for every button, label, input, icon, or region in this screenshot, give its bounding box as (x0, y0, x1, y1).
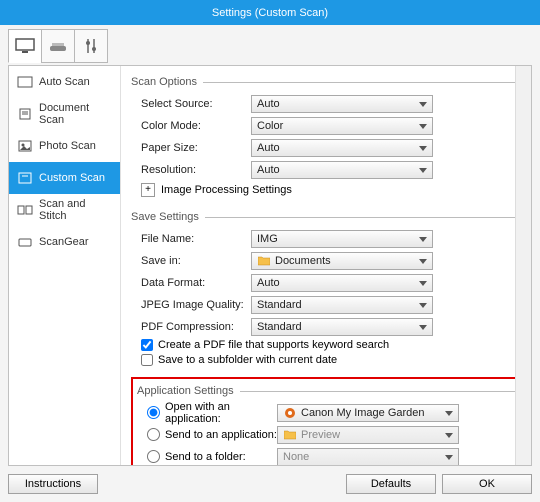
defaults-button[interactable]: Defaults (346, 474, 436, 494)
sidebar-item-document-scan[interactable]: Document Scan (9, 98, 120, 130)
app-icon (283, 407, 297, 419)
preview-icon (283, 429, 297, 441)
image-processing-label: Image Processing Settings (161, 184, 292, 196)
sidebar-item-label: ScanGear (39, 236, 89, 248)
vertical-scrollbar[interactable] (515, 66, 531, 465)
sidebar-item-label: Scan and Stitch (39, 198, 112, 222)
open-with-label: Open with an application: (165, 401, 277, 425)
application-settings-group: Application Settings Open with an applic… (137, 385, 515, 465)
send-folder-radio[interactable] (147, 450, 160, 463)
scanner-icon (48, 39, 68, 53)
sidebar-item-auto-scan[interactable]: Auto Scan (9, 66, 120, 98)
select-source-label: Select Source: (131, 98, 251, 110)
subfolder-checkbox[interactable] (141, 354, 153, 366)
custom-icon (17, 172, 33, 184)
jpeg-quality-label: JPEG Image Quality: (131, 299, 251, 311)
resolution-label: Resolution: (131, 164, 251, 176)
pdf-compression-label: PDF Compression: (131, 321, 251, 333)
window-content: Auto Scan Document Scan Photo Scan Custo… (0, 25, 540, 502)
resolution-dropdown[interactable]: Auto (251, 161, 433, 179)
application-settings-legend: Application Settings (137, 385, 240, 397)
bottom-button-bar: Instructions Defaults OK (8, 466, 532, 496)
tab-scan-from-computer[interactable] (8, 29, 42, 63)
settings-pane: Scan Options Select Source: Auto Color M… (121, 66, 531, 465)
send-app-label: Send to an application: (165, 429, 277, 441)
sidebar-item-label: Document Scan (39, 102, 112, 126)
photo-icon (17, 140, 33, 152)
sidebar-item-scan-and-stitch[interactable]: Scan and Stitch (9, 194, 120, 226)
monitor-icon (15, 38, 35, 54)
title-bar: Settings (Custom Scan) (0, 0, 540, 25)
data-format-label: Data Format: (131, 277, 251, 289)
scan-options-group: Scan Options Select Source: Auto Color M… (131, 76, 521, 203)
pdf-compression-dropdown[interactable]: Standard (251, 318, 433, 336)
document-icon (17, 108, 33, 120)
scangear-icon (17, 236, 33, 248)
toolbar-tabs (8, 25, 532, 65)
paper-size-dropdown[interactable]: Auto (251, 139, 433, 157)
open-with-dropdown[interactable]: Canon My Image Garden (277, 404, 459, 422)
sidebar-item-label: Photo Scan (39, 140, 96, 152)
subfolder-label: Save to a subfolder with current date (158, 354, 337, 366)
tab-scan-from-panel[interactable] (41, 29, 75, 63)
send-app-radio[interactable] (147, 428, 160, 441)
image-processing-expander[interactable]: + Image Processing Settings (131, 183, 521, 197)
tab-general-settings[interactable] (74, 29, 108, 63)
file-name-label: File Name: (131, 233, 251, 245)
instructions-button[interactable]: Instructions (8, 474, 98, 494)
save-settings-group: Save Settings File Name: IMG Save in: Do… (131, 211, 521, 369)
open-with-radio[interactable] (147, 406, 160, 419)
file-name-combo[interactable]: IMG (251, 230, 433, 248)
pdf-keyword-label: Create a PDF file that supports keyword … (158, 339, 389, 351)
send-app-dropdown[interactable]: Preview (277, 426, 459, 444)
send-folder-label: Send to a folder: (165, 451, 277, 463)
ok-button[interactable]: OK (442, 474, 532, 494)
auto-icon (17, 76, 33, 88)
sidebar-item-custom-scan[interactable]: Custom Scan (9, 162, 120, 194)
data-format-dropdown[interactable]: Auto (251, 274, 433, 292)
save-settings-legend: Save Settings (131, 211, 205, 223)
application-settings-highlight: Application Settings Open with an applic… (131, 377, 521, 465)
sidebar-item-photo-scan[interactable]: Photo Scan (9, 130, 120, 162)
pdf-keyword-checkbox[interactable] (141, 339, 153, 351)
main-area: Auto Scan Document Scan Photo Scan Custo… (8, 65, 532, 466)
send-folder-dropdown[interactable]: None (277, 448, 459, 466)
stitch-icon (17, 204, 33, 216)
sidebar: Auto Scan Document Scan Photo Scan Custo… (9, 66, 121, 465)
sliders-icon (83, 37, 99, 55)
folder-icon (257, 255, 271, 267)
save-in-label: Save in: (131, 255, 251, 267)
paper-size-label: Paper Size: (131, 142, 251, 154)
plus-icon: + (141, 183, 155, 197)
sidebar-item-label: Custom Scan (39, 172, 105, 184)
jpeg-quality-dropdown[interactable]: Standard (251, 296, 433, 314)
window-title: Settings (Custom Scan) (212, 7, 328, 19)
scan-options-legend: Scan Options (131, 76, 203, 88)
select-source-dropdown[interactable]: Auto (251, 95, 433, 113)
sidebar-item-scangear[interactable]: ScanGear (9, 226, 120, 258)
save-in-dropdown[interactable]: Documents (251, 252, 433, 270)
sidebar-item-label: Auto Scan (39, 76, 90, 88)
color-mode-dropdown[interactable]: Color (251, 117, 433, 135)
settings-window: Settings (Custom Scan) Auto Scan (0, 0, 540, 502)
color-mode-label: Color Mode: (131, 120, 251, 132)
